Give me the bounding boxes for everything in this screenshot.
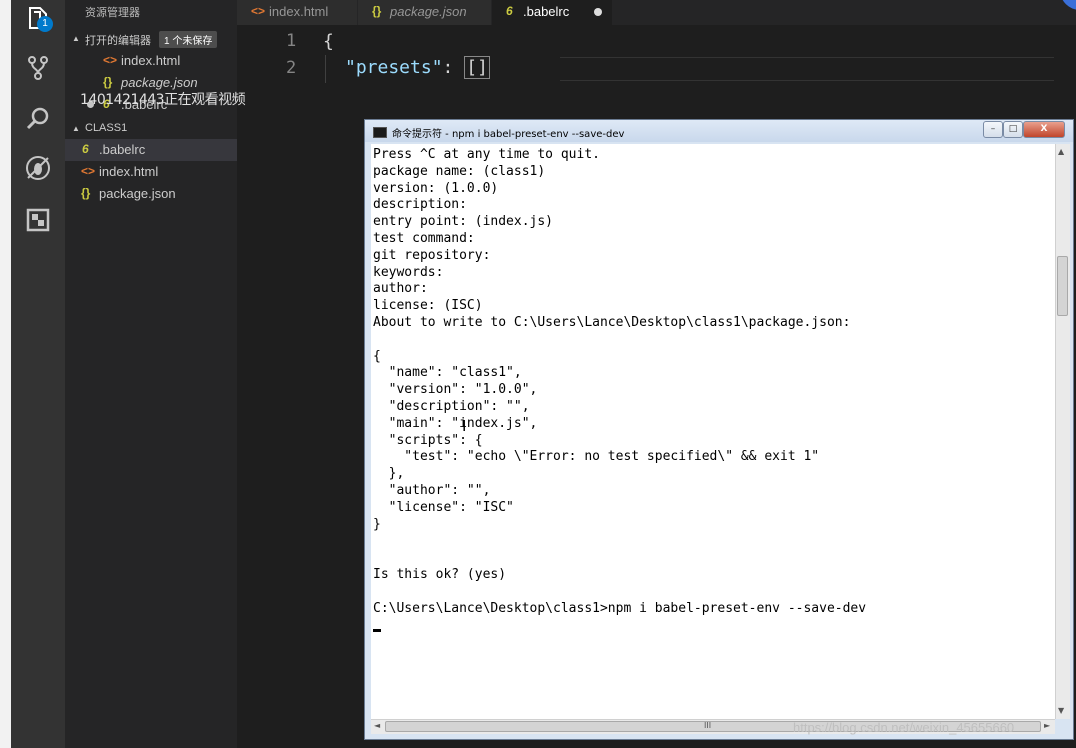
html-file-icon: <> bbox=[251, 4, 266, 18]
file-index-html[interactable]: <> index.html bbox=[65, 161, 237, 183]
csdn-watermark: https://blog.csdn.net/weixin_45655660 bbox=[793, 720, 1015, 735]
cmd-title-bar[interactable]: 命令提示符 - npm i babel-preset-env --save-de… bbox=[365, 120, 1073, 142]
scroll-down-icon[interactable]: ▼ bbox=[1058, 706, 1064, 715]
scroll-grip: III bbox=[704, 721, 712, 730]
json-file-icon: {} bbox=[372, 4, 382, 18]
vertical-scroll-thumb[interactable] bbox=[1057, 256, 1068, 316]
json-file-icon: {} bbox=[103, 75, 113, 89]
open-editor-index-html[interactable]: <> index.html bbox=[65, 50, 237, 72]
babel-file-icon: 6 bbox=[82, 142, 89, 156]
mouse-cursor-icon: I bbox=[462, 417, 467, 435]
indent-guide bbox=[325, 55, 326, 83]
code-line-1: { bbox=[323, 31, 334, 52]
extensions-icon[interactable] bbox=[24, 206, 52, 234]
tab-index-html[interactable]: <> index.html bbox=[237, 0, 358, 25]
file-babelrc[interactable]: 6 .babelrc bbox=[65, 139, 237, 161]
explorer-title: 资源管理器 bbox=[85, 7, 140, 19]
open-editors-header[interactable]: ▲ 打开的编辑器 1 个未保存 bbox=[65, 28, 237, 50]
unsaved-dot-icon[interactable] bbox=[594, 8, 602, 16]
cmd-output: Press ^C at any time to quit. package na… bbox=[373, 147, 867, 616]
tab-babelrc[interactable]: 6 .babelrc bbox=[492, 0, 613, 25]
file-package-json[interactable]: {} package.json bbox=[65, 183, 237, 205]
cmd-app-icon bbox=[373, 127, 387, 138]
scroll-left-icon[interactable]: ◄ bbox=[374, 721, 380, 730]
editor-line-highlight bbox=[560, 57, 1054, 58]
line-number: 2 bbox=[286, 58, 297, 78]
vertical-scrollbar[interactable]: ▲ ▼ bbox=[1055, 144, 1070, 719]
cmd-console[interactable]: Press ^C at any time to quit. package na… bbox=[371, 144, 1059, 719]
collapse-triangle-icon: ▲ bbox=[72, 34, 80, 43]
explorer-badge: 1 bbox=[37, 16, 53, 32]
scroll-up-icon[interactable]: ▲ bbox=[1058, 147, 1064, 156]
line-number: 1 bbox=[286, 31, 297, 51]
html-file-icon: <> bbox=[81, 164, 96, 178]
editor-line-highlight bbox=[560, 80, 1054, 81]
folder-class1-header[interactable]: ▲ CLASS1 bbox=[65, 118, 237, 140]
collapse-triangle-icon: ▲ bbox=[72, 124, 80, 133]
scroll-right-icon[interactable]: ► bbox=[1044, 721, 1050, 730]
background-window-strip bbox=[0, 0, 11, 748]
source-control-icon[interactable] bbox=[24, 54, 52, 82]
babel-file-icon: 6 bbox=[506, 4, 513, 18]
tab-package-json[interactable]: {} package.json bbox=[358, 0, 492, 25]
close-button[interactable]: X bbox=[1023, 121, 1065, 138]
explorer-sidebar: 资源管理器 ▲ 打开的编辑器 1 个未保存 <> index.html {} p… bbox=[65, 0, 237, 748]
cmd-cursor bbox=[373, 629, 381, 632]
maximize-button[interactable]: □ bbox=[1003, 121, 1023, 138]
overlay-logo-shape bbox=[1060, 0, 1076, 10]
unsaved-badge: 1 个未保存 bbox=[159, 31, 218, 48]
html-file-icon: <> bbox=[103, 53, 118, 67]
cmd-title-text: 命令提示符 - npm i babel-preset-env --save-de… bbox=[392, 129, 625, 140]
activity-bar: 1 bbox=[11, 0, 65, 748]
command-prompt-window[interactable]: 命令提示符 - npm i babel-preset-env --save-de… bbox=[364, 119, 1074, 740]
search-icon[interactable] bbox=[24, 104, 52, 132]
minimize-button[interactable]: – bbox=[983, 121, 1003, 138]
json-file-icon: {} bbox=[81, 186, 91, 200]
code-line-2: "presets": [] bbox=[345, 56, 490, 79]
editor-tab-bar: <> index.html {} package.json 6 .babelrc bbox=[237, 0, 1076, 25]
viewer-watermark: 1401421443正在观看视频 bbox=[80, 92, 246, 108]
debug-icon[interactable] bbox=[24, 154, 52, 182]
